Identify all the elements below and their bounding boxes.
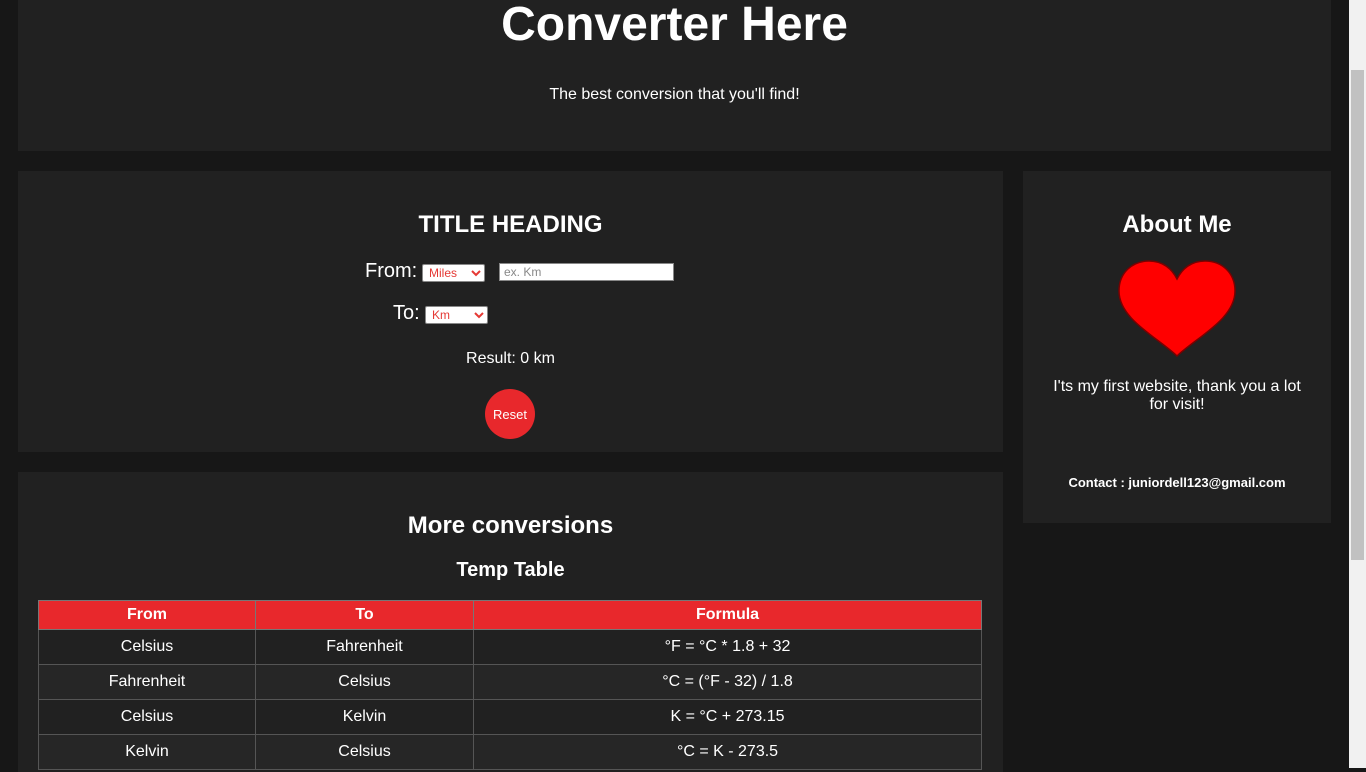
about-heading: About Me — [1122, 211, 1232, 238]
table-cell: K = °C + 273.15 — [473, 699, 982, 735]
site-title: Converter Here — [501, 0, 848, 51]
table-cell: Fahrenheit — [38, 664, 256, 700]
column-header-formula: Formula — [473, 600, 982, 630]
table-row: Celsius Kelvin K = °C + 273.15 — [38, 699, 982, 735]
table-cell: Celsius — [38, 629, 256, 665]
table-cell: Celsius — [255, 664, 474, 700]
site-tagline: The best conversion that you'll find! — [549, 86, 800, 103]
table-header-row: From To Formula — [38, 600, 982, 630]
table-cell: °C = (°F - 32) / 1.8 — [473, 664, 982, 700]
heart-icon — [1118, 260, 1236, 358]
table-cell: °C = K - 273.5 — [473, 734, 982, 770]
table-cell: Celsius — [255, 734, 474, 770]
site-header: Converter Here The best conversion that … — [18, 0, 1331, 151]
result-text: Result: 0 km — [466, 350, 555, 367]
table-cell: °F = °C * 1.8 + 32 — [473, 629, 982, 665]
table-row: Fahrenheit Celsius °C = (°F - 32) / 1.8 — [38, 664, 982, 700]
table-cell: Celsius — [38, 699, 256, 735]
contact-email: Contact : juniordell123@gmail.com — [1068, 475, 1286, 490]
table-row: Celsius Fahrenheit °F = °C * 1.8 + 32 — [38, 629, 982, 665]
more-heading: More conversions — [407, 512, 614, 539]
to-label: To: — [393, 302, 420, 324]
temp-table: From To Formula Celsius Fahrenheit °F = … — [38, 600, 982, 770]
temp-table-title: Temp Table — [456, 559, 565, 581]
to-unit-select[interactable]: Km — [425, 306, 488, 324]
page-scrollbar[interactable] — [1349, 0, 1366, 768]
table-cell: Fahrenheit — [255, 629, 474, 665]
column-header-to: To — [255, 600, 474, 630]
from-label: From: — [365, 260, 418, 282]
value-input[interactable] — [499, 263, 674, 281]
table-cell: Kelvin — [38, 734, 256, 770]
scrollbar-thumb[interactable] — [1351, 70, 1364, 560]
from-unit-select[interactable]: Miles — [422, 264, 485, 282]
table-row: Kelvin Celsius °C = K - 273.5 — [38, 734, 982, 770]
column-header-from: From — [38, 600, 256, 630]
converter-heading: TITLE HEADING — [418, 211, 603, 238]
table-cell: Kelvin — [255, 699, 474, 735]
reset-button[interactable]: Reset — [485, 389, 535, 439]
about-panel: About Me I'ts my first website, thank yo… — [1023, 171, 1331, 523]
about-bio: I'ts my first website, thank you a lot f… — [1053, 378, 1301, 413]
more-conversions-panel: More conversions Temp Table From To Form… — [18, 472, 1003, 772]
